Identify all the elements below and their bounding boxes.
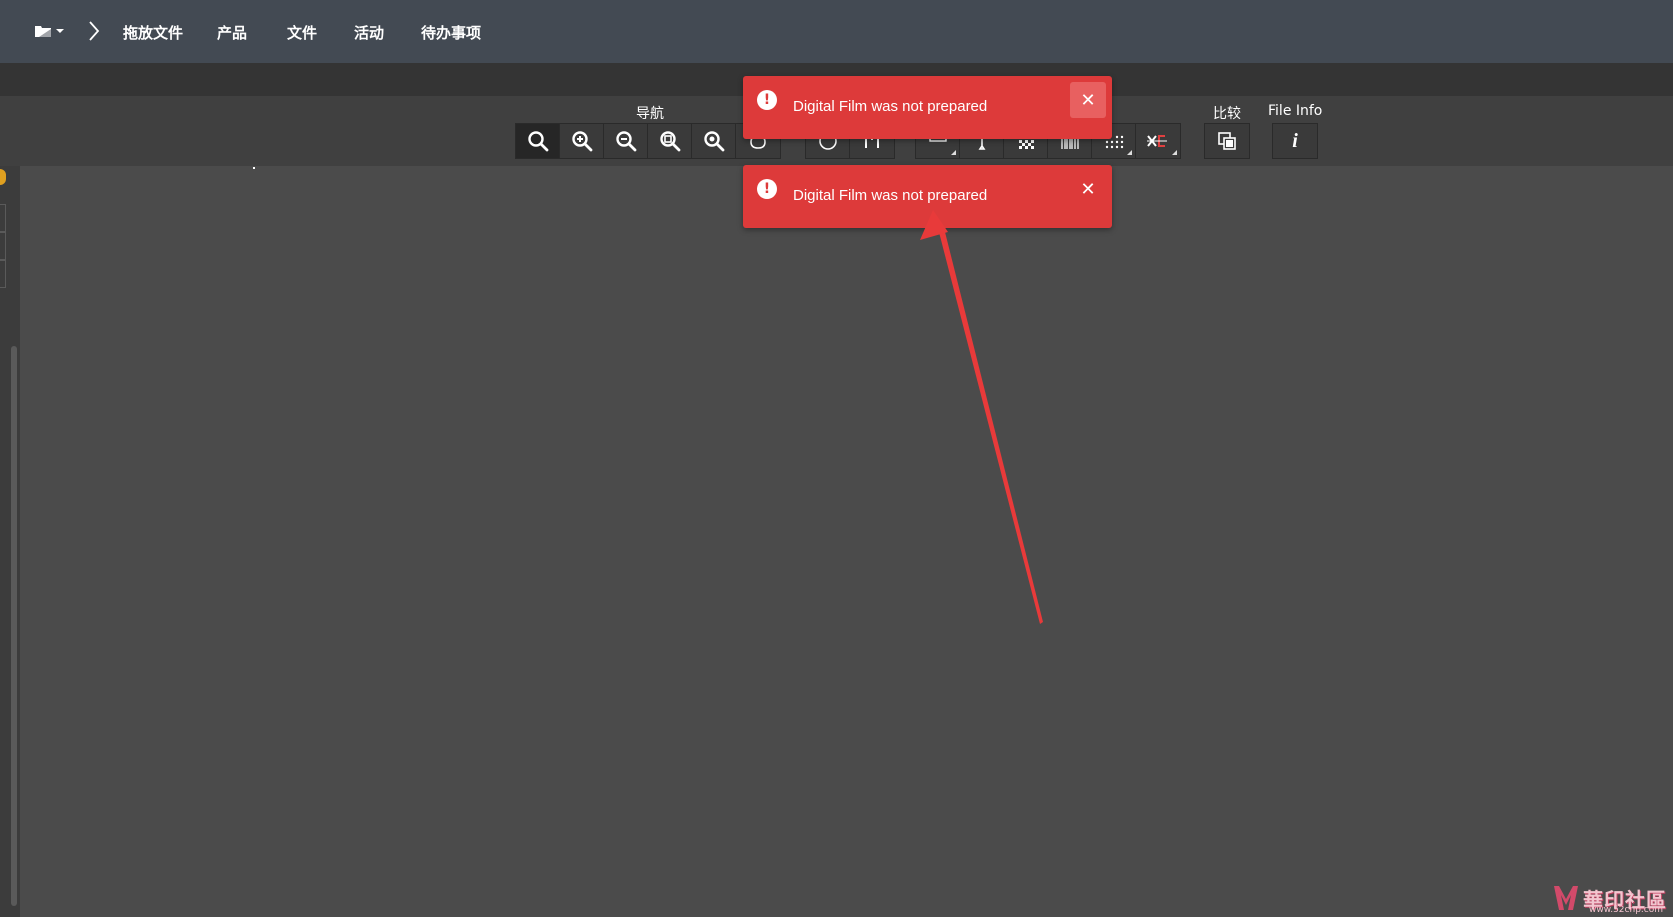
watermark-url: www.52cnp.com [1588,905,1663,915]
left-panel-tab[interactable] [0,260,6,288]
error-toast: ! Digital Film was not prepared ✕ [743,76,1112,139]
top-nav-bar: 拖放文件 产品 文件 活动 待办事项 [0,0,1673,63]
submenu-indicator [951,150,956,155]
toolbar-group-label-compare: 比较 [1213,106,1241,122]
zoom-fit-button[interactable] [648,124,692,158]
zoom-out-icon [615,131,636,152]
zoom-actual-icon [703,131,724,152]
warning-icon [0,169,6,185]
left-panel-strip [0,166,20,917]
zoom-actual-size-button[interactable] [692,124,736,158]
toolbar-group-label-file-info: File Info [1268,103,1323,119]
zoom-fit-icon [659,131,680,152]
left-panel-tab[interactable] [0,204,6,232]
toast-message: Digital Film was not prepared [793,187,988,204]
zoom-in-button[interactable] [560,124,604,158]
navigation-tool-group [515,123,781,159]
logo-icon [1554,886,1578,910]
search-tool-button[interactable] [516,124,560,158]
info-icon: i [1292,129,1298,152]
submenu-indicator [1127,150,1132,155]
search-icon [527,131,548,152]
zoom-out-button[interactable] [604,124,648,158]
zoom-in-icon [571,131,592,152]
nav-item-activity[interactable]: 活动 [354,22,384,43]
nav-item-todo[interactable]: 待办事项 [421,22,481,43]
watermark-logo: 華印社區 www.52cnp.com [1551,883,1667,915]
compare-icon [1218,132,1236,150]
compare-button[interactable] [1205,124,1249,158]
xc-icon [1147,135,1167,147]
toast-close-button[interactable]: ✕ [1070,171,1106,207]
close-icon: ✕ [1080,89,1096,111]
file-info-button[interactable]: i [1273,124,1317,158]
left-panel-tab[interactable] [0,232,6,260]
nav-item-files[interactable]: 文件 [287,22,317,43]
toast-message: Digital Film was not prepared [793,98,988,115]
alert-icon: ! [757,90,777,110]
folder-menu-button[interactable] [34,24,64,38]
canvas-dot [253,167,255,169]
toast-close-button[interactable]: ✕ [1070,82,1106,118]
folder-icon [35,26,51,37]
alert-icon: ! [757,179,777,199]
vertical-scrollbar[interactable] [11,346,17,906]
compare-tool-group [1204,123,1250,159]
nav-item-products[interactable]: 产品 [217,22,247,43]
close-icon: ✕ [1080,178,1096,200]
separation-xc-button[interactable] [1136,124,1180,158]
toolbar-group-label-navigation: 导航 [636,106,664,122]
nav-item-drop-files[interactable]: 拖放文件 [123,22,183,43]
caret-down-icon [56,29,64,33]
chevron-right-icon [89,21,100,41]
file-info-tool-group: i [1272,123,1318,159]
error-toast: ! Digital Film was not prepared ✕ [743,165,1112,228]
submenu-indicator [1172,150,1177,155]
